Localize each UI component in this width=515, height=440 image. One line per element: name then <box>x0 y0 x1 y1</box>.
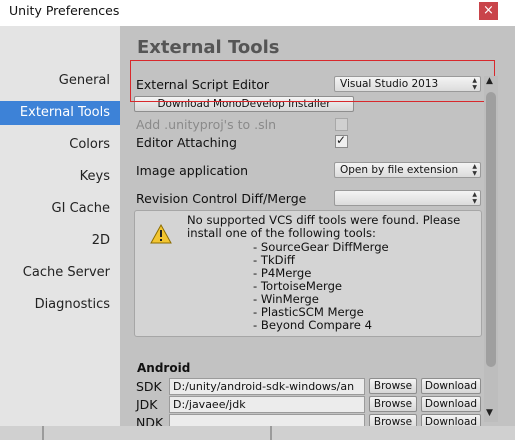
page-title: External Tools <box>137 37 280 58</box>
android-sdk-download-button[interactable]: Download <box>421 378 481 394</box>
sidebar-item-2d[interactable]: 2D <box>0 229 120 253</box>
image-application-dropdown[interactable]: Open by file extension ▲ ▼ <box>334 162 481 178</box>
sidebar-item-cache-server[interactable]: Cache Server <box>0 261 120 285</box>
vcs-tool-item: - TortoiseMerge <box>253 279 343 293</box>
android-sdk-field[interactable]: D:/unity/android-sdk-windows/an <box>169 378 365 395</box>
add-unityproj-label: Add .unityproj's to .sln <box>136 117 277 132</box>
android-sdk-browse-button[interactable]: Browse <box>369 378 417 394</box>
annotation-highlight <box>130 60 495 102</box>
sidebar-item-external-tools[interactable]: External Tools <box>0 101 120 125</box>
vcs-tool-item: - WinMerge <box>253 292 319 306</box>
editor-attaching-checkbox[interactable]: ✓ <box>335 133 348 148</box>
vcs-warning-text: No supported VCS diff tools were found. … <box>187 214 460 240</box>
android-section-title: Android <box>137 361 191 375</box>
sidebar-item-keys[interactable]: Keys <box>0 165 120 189</box>
scroll-down-icon[interactable]: ▼ <box>486 408 493 418</box>
sidebar-item-gi-cache[interactable]: GI Cache <box>0 197 120 221</box>
sidebar-item-general[interactable]: General <box>0 69 120 93</box>
title-bar: Unity Preferences × <box>0 0 515 26</box>
vcs-tool-item: - Beyond Compare 4 <box>253 318 372 332</box>
dropdown-arrow-icon: ▲ ▼ <box>472 163 477 177</box>
android-jdk-field[interactable]: D:/javaee/jdk <box>169 396 365 413</box>
window-title: Unity Preferences <box>9 3 120 18</box>
scrollbar-thumb[interactable] <box>486 92 496 367</box>
sidebar-item-diagnostics[interactable]: Diagnostics <box>0 293 120 317</box>
close-button[interactable]: × <box>479 2 498 20</box>
vcs-tool-item: - PlasticSCM Merge <box>253 305 364 319</box>
preferences-sidebar: General External Tools Colors Keys GI Ca… <box>0 26 120 440</box>
vcs-tool-item: - SourceGear DiffMerge <box>253 240 389 254</box>
warning-icon <box>150 224 172 244</box>
divider <box>270 426 272 440</box>
vcs-tool-item: - P4Merge <box>253 266 312 280</box>
image-application-label: Image application <box>136 163 249 178</box>
scroll-up-icon[interactable]: ▲ <box>486 76 493 86</box>
sidebar-item-colors[interactable]: Colors <box>0 133 120 157</box>
android-sdk-label: SDK <box>136 379 162 394</box>
vcs-warning-line: install one of the following tools: <box>187 226 376 240</box>
checkmark-icon: ✓ <box>336 133 347 147</box>
image-application-value: Open by file extension <box>340 164 459 176</box>
background-window-strip <box>0 426 515 440</box>
android-jdk-browse-button[interactable]: Browse <box>369 396 417 412</box>
divider <box>42 426 44 440</box>
android-jdk-label: JDK <box>136 397 158 412</box>
add-unityproj-checkbox[interactable] <box>335 118 348 131</box>
revision-control-label: Revision Control Diff/Merge <box>136 191 307 206</box>
vcs-tool-item: - TkDiff <box>253 253 295 267</box>
android-jdk-download-button[interactable]: Download <box>421 396 481 412</box>
dropdown-arrow-icon: ▲ ▼ <box>472 191 477 205</box>
revision-control-dropdown[interactable]: ▲ ▼ <box>334 190 481 206</box>
editor-attaching-label: Editor Attaching <box>136 135 237 150</box>
